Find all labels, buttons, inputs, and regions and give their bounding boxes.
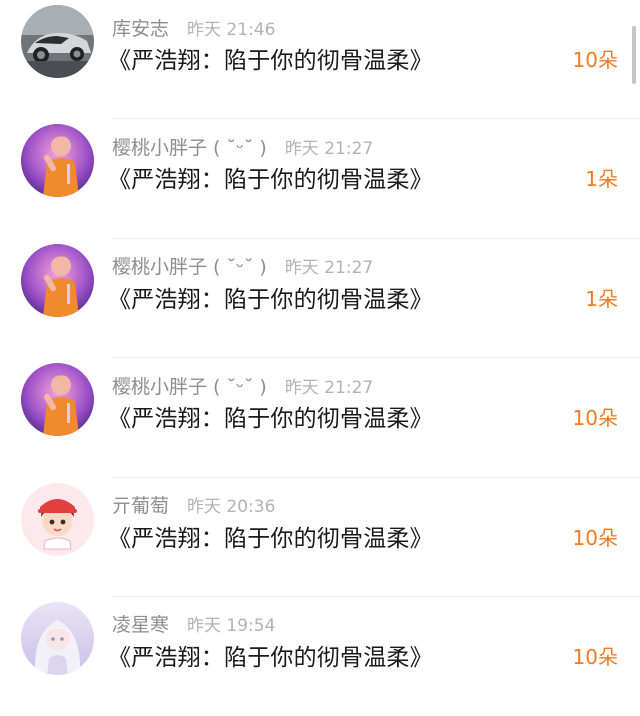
car-avatar-image xyxy=(21,5,94,78)
timestamp: 昨天 19:54 xyxy=(187,616,276,637)
work-title[interactable]: 《严浩翔：陷于你的彻骨温柔》 xyxy=(108,41,433,75)
timestamp: 昨天 21:27 xyxy=(284,258,374,279)
work-title[interactable]: 《严浩翔：陷于你的彻骨温柔》 xyxy=(108,638,433,672)
flower-count: 10朵 xyxy=(572,644,618,669)
work-title[interactable]: 《严浩翔：陷于你的彻骨温柔》 xyxy=(108,399,433,433)
record-meta: 凌星寒 昨天 19:54 xyxy=(112,611,275,637)
list-item[interactable]: 凌星寒 昨天 19:54 《严浩翔：陷于你的彻骨温柔》 10朵 xyxy=(0,597,640,716)
list-item[interactable]: 樱桃小胖子 ( ˘ᵕ˘ ) 昨天 21:27 《严浩翔：陷于你的彻骨温柔》 10… xyxy=(0,358,640,478)
scrollbar[interactable] xyxy=(632,26,636,84)
username[interactable]: 凌星寒 xyxy=(112,610,169,637)
list-item[interactable]: 樱桃小胖子 ( ˘ᵕ˘ ) 昨天 21:27 《严浩翔：陷于你的彻骨温柔》 1朵 xyxy=(0,119,640,239)
anime-girl-avatar-image xyxy=(21,601,94,675)
flower-count: 10朵 xyxy=(572,406,618,431)
work-title[interactable]: 《严浩翔：陷于你的彻骨温柔》 xyxy=(108,519,433,553)
flower-count: 10朵 xyxy=(572,525,618,550)
work-title[interactable]: 《严浩翔：陷于你的彻骨温柔》 xyxy=(108,160,433,194)
singer-avatar-image xyxy=(21,243,94,317)
avatar[interactable] xyxy=(21,124,94,198)
record-meta: 亓葡萄 昨天 20:36 xyxy=(112,492,275,518)
singer-avatar-image xyxy=(21,124,94,198)
timestamp: 昨天 20:36 xyxy=(187,497,276,518)
flower-count: 1朵 xyxy=(585,286,618,311)
timestamp: 昨天 21:27 xyxy=(284,377,374,398)
avatar[interactable] xyxy=(21,482,94,556)
timestamp: 昨天 21:27 xyxy=(284,138,374,159)
avatar[interactable] xyxy=(21,601,94,675)
work-title[interactable]: 《严浩翔：陷于你的彻骨温柔》 xyxy=(108,280,433,314)
record-meta: 樱桃小胖子 ( ˘ᵕ˘ ) 昨天 21:27 xyxy=(112,372,373,398)
list-item[interactable]: 樱桃小胖子 ( ˘ᵕ˘ ) 昨天 21:27 《严浩翔：陷于你的彻骨温柔》 1朵 xyxy=(0,239,640,359)
gift-record-list: 库安志 昨天 21:46 《严浩翔：陷于你的彻骨温柔》 10朵 樱桃小胖子 (… xyxy=(0,0,640,716)
username[interactable]: 樱桃小胖子 ( ˘ᵕ˘ ) xyxy=(112,252,267,279)
list-item[interactable]: 亓葡萄 昨天 20:36 《严浩翔：陷于你的彻骨温柔》 10朵 xyxy=(0,478,640,597)
record-meta: 樱桃小胖子 ( ˘ᵕ˘ ) 昨天 21:27 xyxy=(112,253,373,279)
flower-count: 1朵 xyxy=(585,167,618,192)
avatar[interactable] xyxy=(21,243,94,317)
timestamp: 昨天 21:46 xyxy=(187,19,276,40)
username[interactable]: 亓葡萄 xyxy=(112,491,169,518)
flower-count: 10朵 xyxy=(572,48,618,72)
avatar[interactable] xyxy=(21,363,94,437)
avatar[interactable] xyxy=(21,5,94,78)
username[interactable]: 库安志 xyxy=(112,14,169,41)
username[interactable]: 樱桃小胖子 ( ˘ᵕ˘ ) xyxy=(112,372,267,399)
list-item[interactable]: 库安志 昨天 21:46 《严浩翔：陷于你的彻骨温柔》 10朵 xyxy=(0,0,640,120)
cartoon-boy-avatar-image xyxy=(21,482,94,556)
record-meta: 库安志 昨天 21:46 xyxy=(112,14,275,40)
singer-avatar-image xyxy=(21,363,94,437)
username[interactable]: 樱桃小胖子 ( ˘ᵕ˘ ) xyxy=(112,133,267,160)
record-meta: 樱桃小胖子 ( ˘ᵕ˘ ) 昨天 21:27 xyxy=(112,133,373,159)
